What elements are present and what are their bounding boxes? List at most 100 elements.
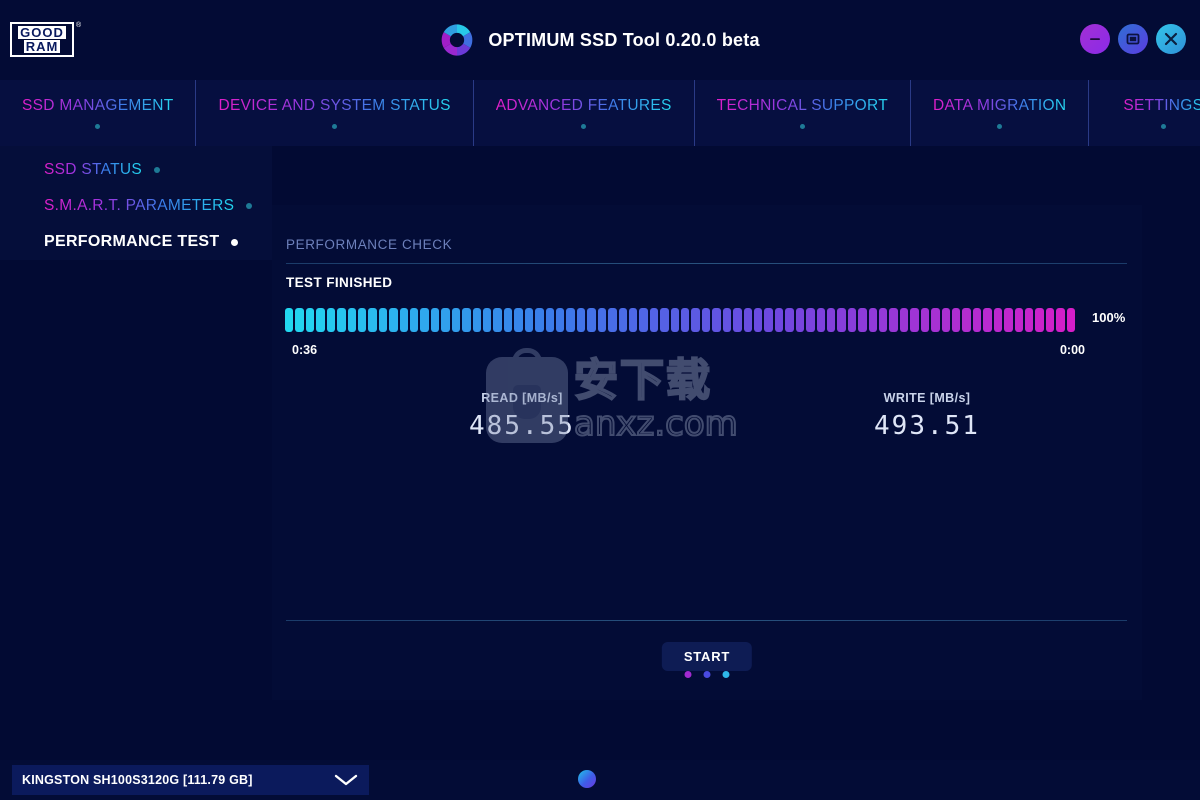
progress-segment (712, 308, 721, 332)
progress-bar (285, 308, 1076, 332)
tab-label: ADVANCED FEATURES (495, 97, 672, 114)
sidebar-item-performance-test[interactable]: PERFORMANCE TEST (0, 224, 272, 260)
progress-segment (1024, 308, 1034, 332)
panel-divider-bottom (286, 620, 1127, 621)
test-status-text: TEST FINISHED (286, 275, 393, 290)
goodram-logo: GOOD RAM (10, 22, 74, 57)
tab-device-and-system-status[interactable]: DEVICE AND SYSTEM STATUS (196, 80, 474, 146)
tab-technical-support[interactable]: TECHNICAL SUPPORT (695, 80, 911, 146)
progress-segment (1004, 308, 1013, 332)
logo-line-1: GOOD (18, 25, 66, 40)
progress-segment (410, 308, 419, 332)
progress-segment (451, 308, 461, 332)
progress-segment (1014, 308, 1023, 332)
progress-segment (639, 308, 648, 332)
chevron-down-icon (333, 773, 359, 787)
progress-segment (660, 308, 669, 332)
progress-segment (597, 308, 607, 332)
progress-segment (847, 308, 857, 332)
maximize-button[interactable] (1118, 24, 1148, 54)
title-bar: GOOD RAM ® OPTIMUM SSD Tool 0.20.0 beta (0, 0, 1200, 80)
progress-segment (555, 308, 565, 332)
progress-segment (649, 308, 659, 332)
tab-indicator-dot (581, 124, 587, 129)
progress-segment (628, 308, 638, 332)
progress-segment (910, 308, 919, 332)
trademark-symbol: ® (76, 22, 82, 29)
tab-label: DATA MIGRATION (933, 97, 1067, 114)
tab-indicator-dot (332, 124, 338, 129)
sidebar-indicator-dot (231, 238, 239, 246)
progress-segment (566, 308, 575, 332)
progress-segment (1035, 308, 1044, 332)
progress-segment (691, 308, 700, 332)
write-speed-value: 493.51 (874, 411, 980, 441)
sidebar-item-smart-parameters[interactable]: S.M.A.R.T. PARAMETERS (0, 188, 272, 224)
tab-data-migration[interactable]: DATA MIGRATION (911, 80, 1090, 146)
progress-segment (941, 308, 950, 332)
tab-advanced-features[interactable]: ADVANCED FEATURES (474, 80, 695, 146)
remaining-time-label: 0:00 (1059, 343, 1085, 357)
app-title: OPTIMUM SSD Tool 0.20.0 beta (488, 29, 760, 50)
progress-segment (983, 308, 992, 332)
tab-label: DEVICE AND SYSTEM STATUS (218, 97, 451, 114)
app-window: GOOD RAM ® OPTIMUM SSD Tool 0.20.0 beta (0, 0, 1200, 800)
progress-segment (608, 308, 617, 332)
tab-settings[interactable]: SETTINGS (1101, 80, 1200, 146)
progress-segment (483, 308, 492, 332)
sidebar-item-label: SSD STATUS (44, 161, 143, 178)
progress-percent-label: 100% (1092, 310, 1126, 325)
progress-segment (316, 308, 325, 332)
progress-segment (295, 308, 304, 332)
progress-segment (722, 308, 732, 332)
tab-label: SETTINGS (1123, 97, 1200, 115)
progress-segment (378, 308, 388, 332)
progress-segment (618, 308, 627, 332)
progress-segment (472, 308, 482, 332)
progress-segment (837, 308, 846, 332)
progress-segment (952, 308, 961, 332)
selected-drive-label: KINGSTON SH100S3120G [111.79 GB] (22, 773, 253, 787)
progress-segment (368, 308, 377, 332)
pager-dots (684, 671, 730, 678)
start-button[interactable]: START (661, 642, 753, 671)
window-controls (1080, 24, 1186, 54)
sidebar-item-label: S.M.A.R.T. PARAMETERS (44, 197, 235, 214)
tab-indicator-dot (799, 124, 805, 129)
read-speed-meter: READ [MB/s] 485.55 (422, 391, 622, 441)
drive-select-dropdown[interactable]: KINGSTON SH100S3120G [111.79 GB] (12, 765, 369, 795)
progress-segment (889, 308, 898, 332)
progress-segment (701, 308, 711, 332)
close-button[interactable] (1156, 24, 1186, 54)
progress-segment (441, 308, 450, 332)
panel-title: PERFORMANCE CHECK (286, 237, 453, 252)
minimize-button[interactable] (1080, 24, 1110, 54)
bottom-bar: KINGSTON SH100S3120G [111.79 GB] (0, 760, 1200, 800)
sidebar-item-ssd-status[interactable]: SSD STATUS (0, 152, 272, 188)
progress-segment (545, 308, 554, 332)
status-orb-icon (578, 770, 596, 788)
pinwheel-logo-icon (440, 23, 474, 57)
performance-check-panel: PERFORMANCE CHECK TEST FINISHED 100% 0:3… (272, 205, 1142, 700)
progress-segment (764, 308, 773, 332)
progress-segment (899, 308, 909, 332)
title-center-group: OPTIMUM SSD Tool 0.20.0 beta (0, 0, 1200, 80)
write-speed-meter: WRITE [MB/s] 493.51 (827, 391, 1027, 441)
progress-segment (305, 308, 315, 332)
progress-segment (587, 308, 596, 332)
progress-segment (285, 308, 294, 332)
progress-segment (1056, 308, 1065, 332)
progress-segment (733, 308, 742, 332)
progress-segment (337, 308, 346, 332)
progress-segment (1066, 308, 1076, 332)
logo-line-2: RAM (23, 39, 61, 54)
read-speed-label: READ [MB/s] (481, 391, 563, 405)
tab-label: TECHNICAL SUPPORT (716, 97, 888, 114)
progress-segment (493, 308, 502, 332)
progress-segment (462, 308, 471, 332)
progress-segment (389, 308, 398, 332)
tab-ssd-management[interactable]: SSD MANAGEMENT (0, 80, 197, 146)
progress-segment (420, 308, 429, 332)
progress-segment (576, 308, 586, 332)
sidebar-item-label: PERFORMANCE TEST (44, 233, 220, 250)
